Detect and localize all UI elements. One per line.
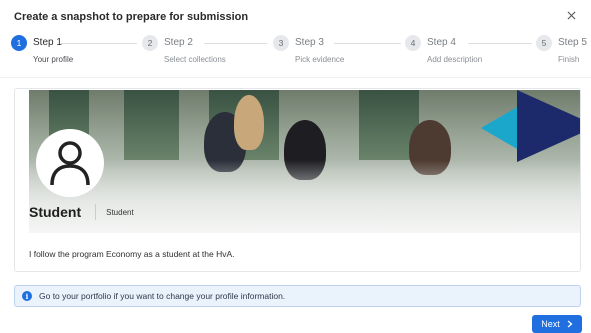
step-connector — [61, 43, 137, 44]
step-number: 2 — [142, 35, 158, 51]
divider — [0, 77, 591, 78]
next-button[interactable]: Next — [532, 315, 582, 333]
info-banner: i Go to your portfolio if you want to ch… — [14, 285, 581, 307]
step-title: Step 2 — [164, 37, 193, 48]
profile-card: Student Student I follow the program Eco… — [14, 88, 581, 272]
profile-bio: I follow the program Economy as a studen… — [29, 249, 235, 259]
close-icon — [567, 11, 575, 19]
step-number: 1 — [11, 35, 27, 51]
step-connector — [204, 43, 267, 44]
stepper: 1 Step 1 Your profile 2 Step 2 Select co… — [0, 34, 591, 68]
name-divider — [95, 204, 97, 220]
step-subtitle: Pick evidence — [295, 55, 345, 64]
banner-shape — [517, 90, 580, 162]
banner-window — [124, 90, 179, 160]
step-number: 4 — [405, 35, 421, 51]
banner-shape — [481, 106, 519, 150]
step-connector — [468, 43, 532, 44]
step-subtitle: Finish — [558, 55, 580, 64]
step-number: 5 — [536, 35, 552, 51]
profile-name: Student — [29, 204, 82, 220]
chevron-right-icon — [567, 320, 573, 328]
close-button[interactable] — [562, 6, 580, 24]
next-label: Next — [541, 319, 560, 329]
info-text: Go to your portfolio if you want to chan… — [39, 291, 286, 301]
step-subtitle: Your profile — [33, 55, 74, 64]
info-icon: i — [22, 291, 32, 301]
banner-person — [234, 95, 264, 150]
user-icon — [50, 141, 90, 186]
step-title: Step 1 — [33, 37, 62, 48]
step-number: 3 — [273, 35, 289, 51]
step-subtitle: Select collections — [164, 55, 226, 64]
step-title: Step 3 — [295, 37, 324, 48]
dialog-title: Create a snapshot to prepare for submiss… — [14, 11, 249, 23]
step-title: Step 4 — [427, 37, 456, 48]
profile-name-row: Student Student — [29, 201, 134, 223]
step-subtitle: Add description — [427, 55, 483, 64]
step-connector — [334, 43, 401, 44]
avatar — [36, 129, 104, 197]
step-title: Step 5 — [558, 37, 587, 48]
profile-role: Student — [106, 207, 134, 217]
